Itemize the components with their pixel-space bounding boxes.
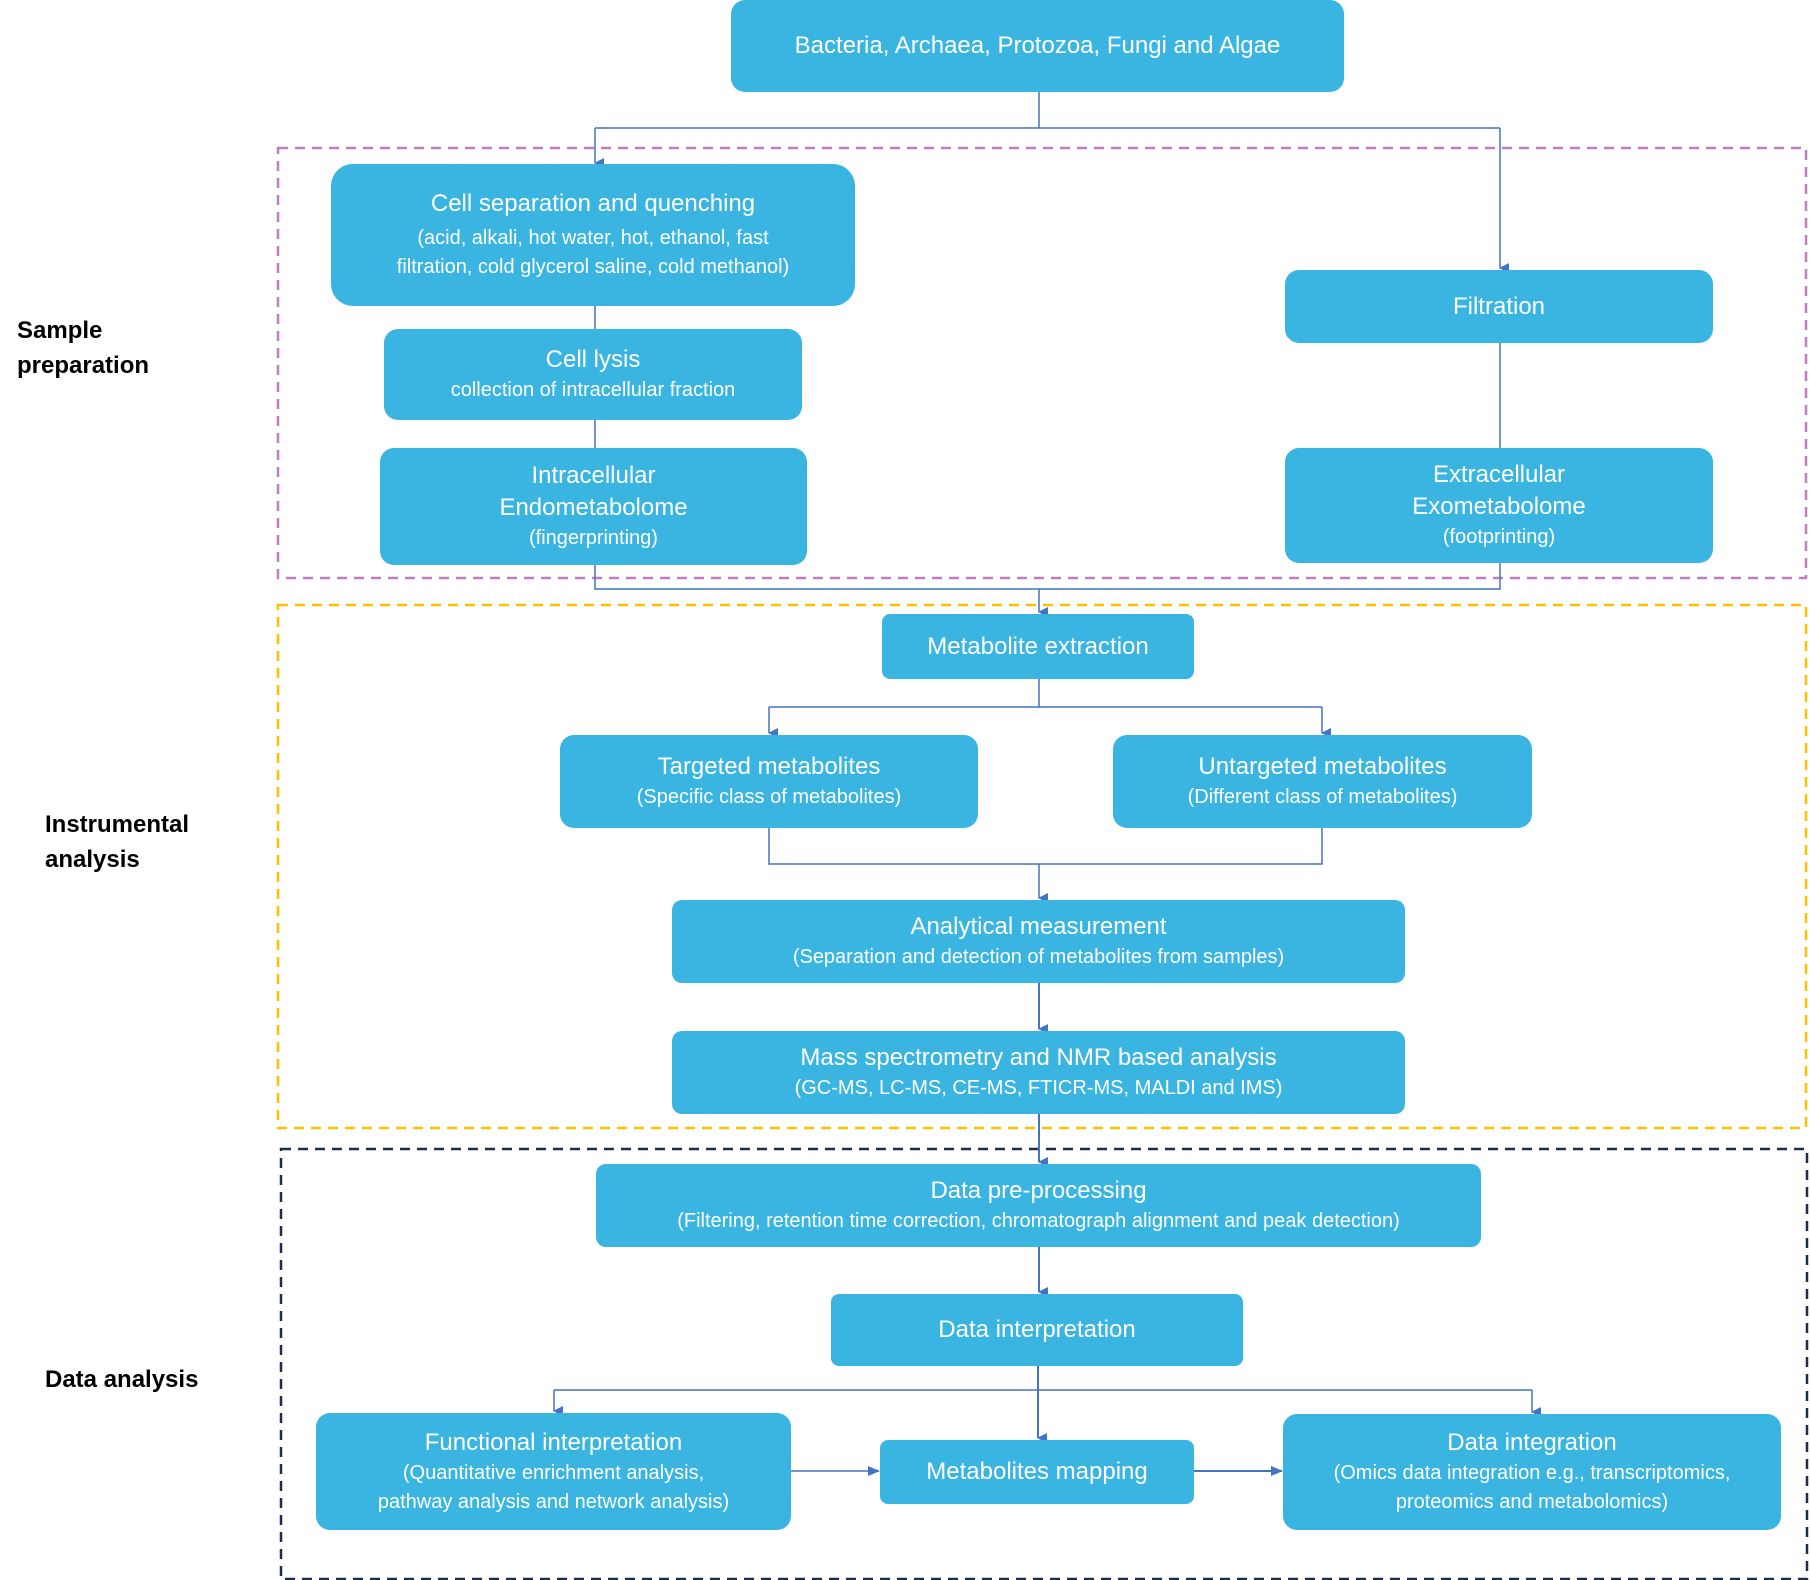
node-data-integration: Data integration (Omics data integration… — [1283, 1414, 1781, 1530]
connector-extraction-split — [769, 679, 1322, 708]
node-subtitle: proteomics and metabolomics) — [1395, 1491, 1669, 1513]
node-title: Intracellular — [531, 462, 656, 489]
node-cell-separation: Cell separation and quenching (acid, alk… — [331, 164, 855, 306]
node-title: Untargeted metabolites — [1198, 753, 1447, 780]
node-title: Endometabolome — [499, 494, 688, 521]
metabolomics-workflow-diagram: Sample preparation Instrumental analysis… — [0, 0, 1810, 1580]
connector-organisms-split — [595, 92, 1500, 129]
section-label-line: Sample — [17, 317, 103, 344]
node-subtitle: (Different class of metabolites) — [1187, 786, 1458, 808]
node-title: Extracellular — [1432, 461, 1566, 488]
node-subtitle: (Quantitative enrichment analysis, — [402, 1461, 705, 1484]
node-title: Bacteria, Archaea, Protozoa, Fungi and A… — [794, 32, 1281, 59]
section-label-data-analysis: Data analysis — [45, 1362, 198, 1397]
node-metabolite-extraction: Metabolite extraction — [882, 614, 1194, 679]
node-metabolites-mapping: Metabolites mapping — [880, 1440, 1194, 1504]
node-title: Data pre-processing — [930, 1177, 1147, 1204]
node-intracellular: Intracellular Endometabolome (fingerprin… — [380, 448, 807, 565]
node-untargeted: Untargeted metabolites (Different class … — [1113, 735, 1532, 828]
node-title: Functional interpretation — [424, 1428, 683, 1456]
node-subtitle: pathway analysis and network analysis) — [377, 1490, 730, 1513]
node-title: Targeted metabolites — [657, 753, 881, 780]
node-title: Metabolite extraction — [927, 632, 1149, 660]
node-subtitle: (GC-MS, LC-MS, CE-MS, FTICR-MS, MALDI an… — [794, 1077, 1283, 1099]
node-title: Cell lysis — [545, 346, 641, 373]
node-organisms: Bacteria, Archaea, Protozoa, Fungi and A… — [731, 0, 1344, 92]
node-subtitle: (Filtering, retention time correction, c… — [677, 1210, 1400, 1232]
section-label-line: analysis — [45, 846, 140, 873]
node-title: Exometabolome — [1412, 493, 1586, 520]
node-filtration: Filtration — [1285, 270, 1713, 343]
connector-interpretation-split — [554, 1366, 1532, 1391]
node-targeted: Targeted metabolites (Specific class of … — [560, 735, 978, 828]
node-title: Analytical measurement — [910, 913, 1167, 940]
section-label-line: preparation — [17, 352, 150, 379]
node-subtitle: (footprinting) — [1442, 526, 1556, 548]
node-subtitle: (Specific class of metabolites) — [636, 786, 902, 808]
node-cell-lysis: Cell lysis collection of intracellular f… — [384, 329, 802, 420]
node-subtitle: (Omics data integration e.g., transcript… — [1333, 1462, 1731, 1484]
section-label-sample-preparation: Sample preparation — [17, 313, 149, 383]
node-subtitle: (acid, alkali, hot water, hot, ethanol, … — [417, 227, 769, 249]
node-data-interpretation: Data interpretation — [831, 1294, 1243, 1366]
node-title: Cell separation and quenching — [430, 190, 756, 217]
node-functional-interpretation: Functional interpretation (Quantitative … — [316, 1413, 791, 1530]
node-title: Mass spectrometry and NMR based analysis — [800, 1044, 1277, 1071]
node-title: Data integration — [1447, 1429, 1617, 1456]
connector-join — [768, 828, 1323, 865]
node-data-preprocessing: Data pre-processing (Filtering, retentio… — [596, 1164, 1481, 1247]
node-title: Data interpretation — [938, 1316, 1136, 1343]
node-title: Metabolites mapping — [926, 1458, 1148, 1485]
node-mass-spectrometry: Mass spectrometry and NMR based analysis… — [672, 1031, 1405, 1114]
node-subtitle: filtration, cold glycerol saline, cold m… — [396, 256, 790, 278]
node-subtitle: collection of intracellular fraction — [450, 379, 736, 401]
node-subtitle: (fingerprinting) — [529, 527, 658, 549]
section-label-instrumental-analysis: Instrumental analysis — [45, 807, 189, 877]
section-label-line: Instrumental — [45, 811, 190, 838]
node-analytical-measurement: Analytical measurement (Separation and d… — [672, 900, 1405, 983]
node-subtitle: (Separation and detection of metabolites… — [792, 946, 1285, 968]
node-extracellular: Extracellular Exometabolome (footprintin… — [1285, 448, 1713, 563]
connector-merge — [594, 563, 1501, 590]
section-label-line: Data analysis — [45, 1366, 199, 1393]
node-title: Filtration — [1452, 292, 1546, 320]
